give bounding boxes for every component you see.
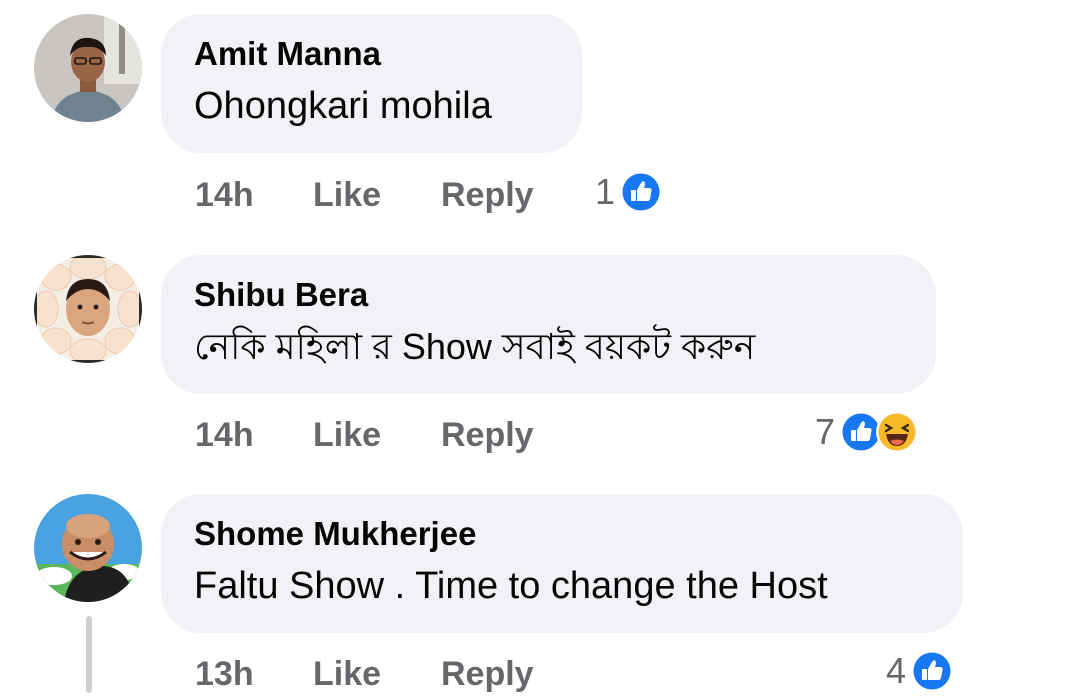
comment-timestamp[interactable]: 13h <box>195 655 313 694</box>
comment-author[interactable]: Shibu Bera <box>194 275 902 315</box>
reaction-summary[interactable]: 4 <box>886 647 954 695</box>
like-button[interactable]: Like <box>313 416 441 455</box>
reaction-count: 4 <box>886 650 907 691</box>
comment-bubble: Amit Manna Ohongkari mohila <box>161 14 582 153</box>
comment-actions: 13h Like Reply <box>195 650 534 698</box>
comment-text: নেকি মহিলা র Show সবাই বয়কট করুন <box>194 326 756 367</box>
comment-bubble: Shome Mukherjee Faltu Show . Time to cha… <box>161 494 963 633</box>
reaction-count: 7 <box>815 411 836 452</box>
like-button[interactable]: Like <box>313 655 441 694</box>
comment-actions: 14h Like Reply <box>195 411 534 459</box>
avatar[interactable] <box>34 255 142 363</box>
comment-author[interactable]: Shome Mukherjee <box>194 514 929 554</box>
comment-author[interactable]: Amit Manna <box>194 34 548 74</box>
avatar[interactable] <box>34 14 142 122</box>
avatar[interactable] <box>34 494 142 602</box>
haha-icon <box>876 411 919 453</box>
reply-thread-line <box>86 616 92 693</box>
comment-text: Ohongkari mohila <box>194 85 492 127</box>
reply-button[interactable]: Reply <box>441 176 534 215</box>
reaction-summary[interactable]: 7 <box>815 408 919 456</box>
like-button[interactable]: Like <box>313 176 441 215</box>
comment-timestamp[interactable]: 14h <box>195 176 313 215</box>
like-icon <box>620 171 663 213</box>
comment-actions: 14h Like Reply <box>195 171 534 219</box>
reaction-summary[interactable]: 1 <box>595 168 663 216</box>
comment-text: Faltu Show . Time to change the Host <box>194 565 828 607</box>
comment-timestamp[interactable]: 14h <box>195 416 313 455</box>
like-icon <box>911 650 954 692</box>
reply-button[interactable]: Reply <box>441 655 534 694</box>
comment-bubble: Shibu Bera নেকি মহিলা র Show সবাই বয়কট … <box>161 255 936 394</box>
reply-button[interactable]: Reply <box>441 416 534 455</box>
reaction-count: 1 <box>595 171 616 212</box>
